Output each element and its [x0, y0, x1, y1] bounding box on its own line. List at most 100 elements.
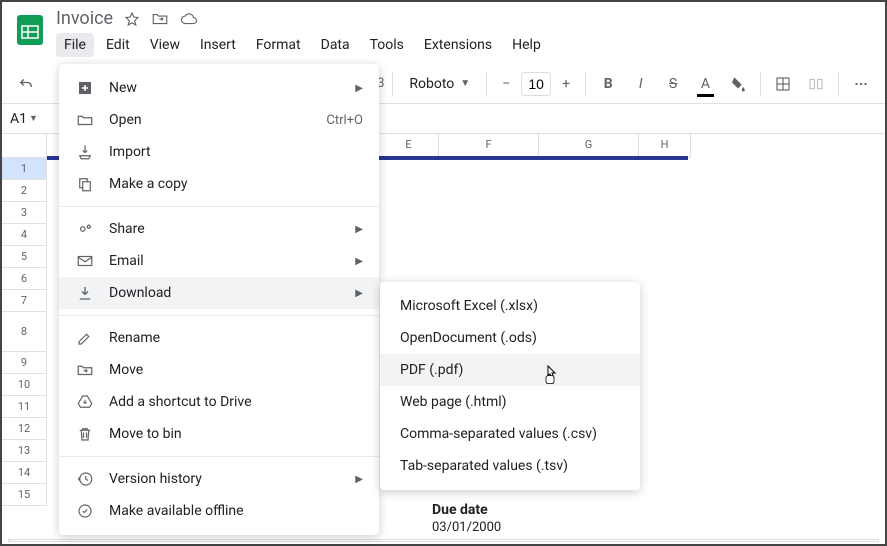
column-header[interactable]: G [539, 134, 639, 158]
column-header[interactable]: H [639, 134, 691, 158]
cursor-icon [542, 364, 562, 388]
row-header[interactable]: 7 [2, 290, 46, 312]
divider [585, 72, 586, 96]
due-date-label: Due date [432, 502, 501, 518]
file-dropdown: New ▶ Open Ctrl+O Import Make a copy Sha… [59, 64, 379, 535]
row-header[interactable]: 10 [2, 374, 46, 396]
divider [486, 72, 487, 96]
move-folder-icon[interactable] [151, 10, 169, 28]
borders-button[interactable] [769, 69, 797, 99]
file-new[interactable]: New ▶ [59, 72, 379, 104]
file-add-shortcut[interactable]: Add a shortcut to Drive [59, 386, 379, 418]
divider [760, 72, 761, 96]
submenu-arrow-icon: ▶ [355, 256, 363, 267]
due-date-value: 03/01/2000 [432, 520, 501, 535]
menu-file[interactable]: File [56, 33, 94, 57]
file-move-to-bin[interactable]: Move to bin [59, 418, 379, 450]
trash-icon [75, 424, 95, 444]
separator [59, 456, 379, 457]
undo-button[interactable] [12, 69, 40, 99]
bold-button[interactable]: B [594, 69, 622, 99]
history-icon [75, 469, 95, 489]
menu-data[interactable]: Data [313, 33, 358, 57]
sheets-logo-icon [12, 12, 48, 48]
separator [59, 315, 379, 316]
title-block: Invoice File Edit View Insert Format Dat… [56, 8, 875, 57]
rename-icon [75, 328, 95, 348]
file-version-history[interactable]: Version history ▶ [59, 463, 379, 495]
download-html[interactable]: Web page (.html) [380, 386, 640, 418]
row-header[interactable]: 8 [2, 312, 46, 352]
row-header[interactable]: 6 [2, 268, 46, 290]
folder-open-icon [75, 110, 95, 130]
submenu-arrow-icon: ▶ [355, 224, 363, 235]
new-sheet-icon [75, 78, 95, 98]
row-headers: 12 34567 8 9101112131415 [2, 134, 47, 506]
font-size-input[interactable] [521, 72, 551, 96]
menu-edit[interactable]: Edit [98, 33, 138, 57]
submenu-arrow-icon: ▶ [355, 288, 363, 299]
file-open[interactable]: Open Ctrl+O [59, 104, 379, 136]
menu-format[interactable]: Format [248, 33, 309, 57]
row-header[interactable]: 15 [2, 484, 46, 506]
decrease-font-button[interactable]: − [495, 69, 517, 99]
row-header[interactable]: 5 [2, 246, 46, 268]
file-download[interactable]: Download ▶ [59, 277, 379, 309]
offline-icon [75, 501, 95, 521]
download-csv[interactable]: Comma-separated values (.csv) [380, 418, 640, 450]
row-header[interactable]: 2 [2, 180, 46, 202]
font-select[interactable]: Roboto ▼ [401, 72, 478, 96]
menu-tools[interactable]: Tools [362, 33, 412, 57]
menu-extensions[interactable]: Extensions [416, 33, 500, 57]
row-header[interactable]: 13 [2, 440, 46, 462]
file-email[interactable]: Email ▶ [59, 245, 379, 277]
file-rename[interactable]: Rename [59, 322, 379, 354]
header: Invoice File Edit View Insert Format Dat… [2, 2, 885, 64]
download-ods[interactable]: OpenDocument (.ods) [380, 322, 640, 354]
row-header[interactable]: 12 [2, 418, 46, 440]
copy-icon [75, 174, 95, 194]
divider [838, 72, 839, 96]
row-header[interactable]: 1 [2, 158, 46, 180]
increase-font-button[interactable]: + [555, 69, 577, 99]
italic-button[interactable]: I [626, 69, 654, 99]
file-share[interactable]: Share ▶ [59, 213, 379, 245]
merge-cells-button[interactable] [801, 69, 829, 99]
download-icon [75, 283, 95, 303]
text-color-button[interactable]: A [691, 69, 719, 99]
doc-title[interactable]: Invoice [56, 8, 113, 29]
download-tsv[interactable]: Tab-separated values (.tsv) [380, 450, 640, 482]
row-header[interactable]: 9 [2, 352, 46, 374]
menu-insert[interactable]: Insert [192, 33, 244, 57]
chevron-down-icon: ▼ [460, 78, 470, 89]
font-name: Roboto [409, 76, 454, 92]
download-pdf[interactable]: PDF (.pdf) [380, 354, 640, 386]
file-make-copy[interactable]: Make a copy [59, 168, 379, 200]
row-header[interactable]: 4 [2, 224, 46, 246]
download-xlsx[interactable]: Microsoft Excel (.xlsx) [380, 290, 640, 322]
column-header[interactable]: F [439, 134, 539, 158]
shortcut-label: Ctrl+O [326, 113, 363, 128]
strikethrough-button[interactable]: S [659, 69, 687, 99]
separator [59, 206, 379, 207]
star-icon[interactable] [123, 10, 141, 28]
file-move[interactable]: Move [59, 354, 379, 386]
menu-view[interactable]: View [142, 33, 188, 57]
file-offline[interactable]: Make available offline [59, 495, 379, 527]
cell-reference: A1 [10, 111, 27, 127]
menu-help[interactable]: Help [504, 33, 549, 57]
chevron-down-icon: ▼ [29, 113, 38, 124]
drive-shortcut-icon [75, 392, 95, 412]
file-import[interactable]: Import [59, 136, 379, 168]
column-header[interactable]: E [379, 134, 439, 158]
fill-color-button[interactable] [724, 69, 752, 99]
move-icon [75, 360, 95, 380]
due-date-block: Due date 03/01/2000 [432, 502, 501, 535]
row-header[interactable]: 11 [2, 396, 46, 418]
import-icon [75, 142, 95, 162]
row-header[interactable]: 3 [2, 202, 46, 224]
row-header[interactable]: 14 [2, 462, 46, 484]
cloud-status-icon[interactable] [179, 10, 199, 28]
more-toolbar-button[interactable] [847, 69, 875, 99]
name-box[interactable]: A1 ▼ [2, 111, 52, 127]
